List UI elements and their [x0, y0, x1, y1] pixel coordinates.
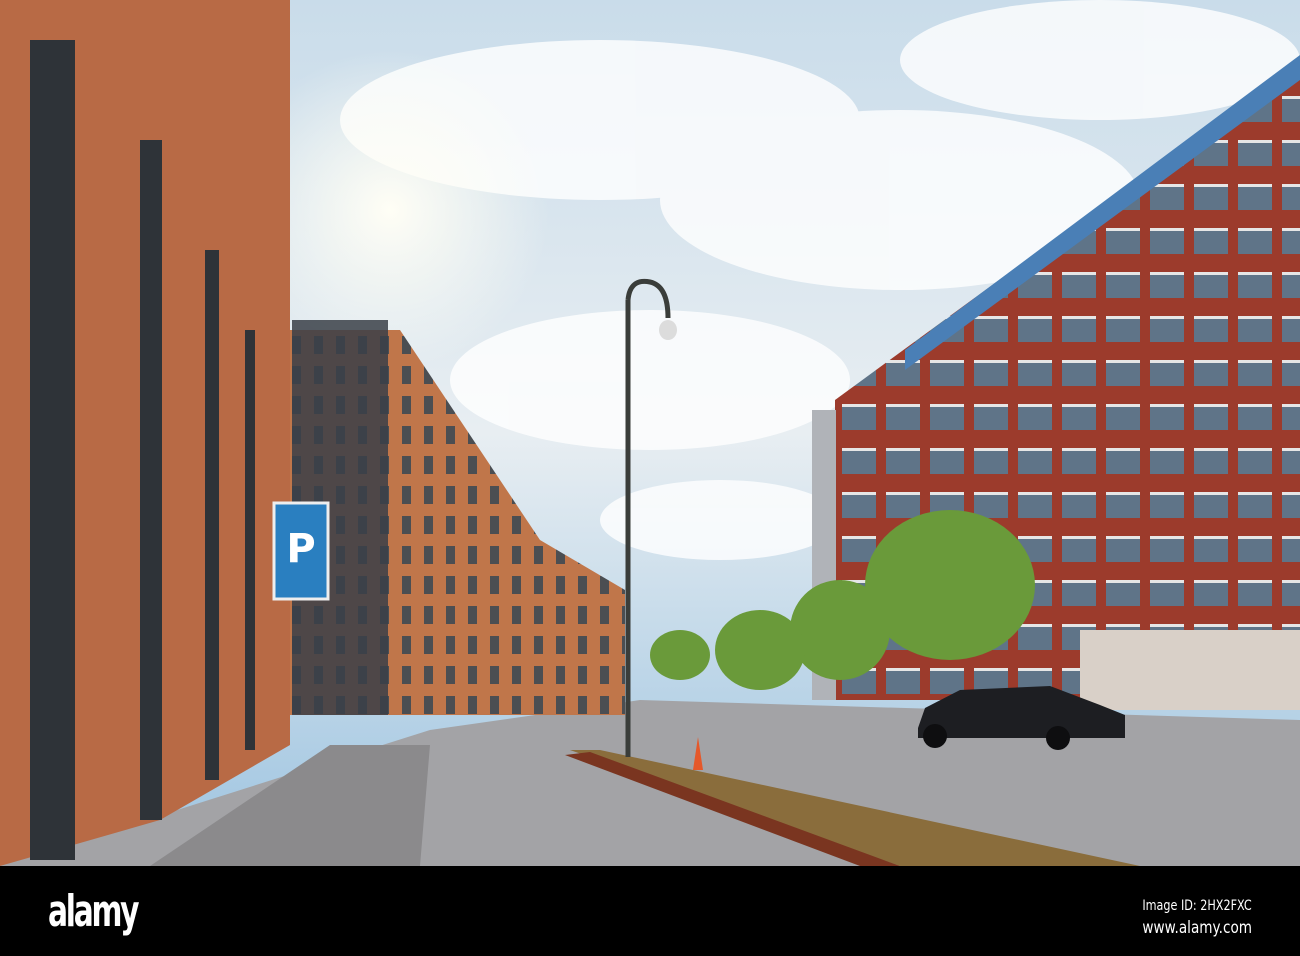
alamy-logo: alamy	[48, 886, 140, 937]
site-url: www.alamy.com	[1142, 918, 1252, 938]
image-id: Image ID: 2HX2FXC	[1142, 898, 1252, 914]
street-scene-photo: P	[0, 0, 1300, 866]
stock-photo: P alamy Image ID: 2HX2FXC www.alamy.com	[0, 0, 1300, 956]
right-building-ground-floor	[1080, 630, 1300, 710]
watermark-footer: alamy Image ID: 2HX2FXC www.alamy.com	[0, 866, 1300, 956]
lamp-head	[659, 320, 677, 340]
parking-sign-letter: P	[286, 526, 315, 572]
